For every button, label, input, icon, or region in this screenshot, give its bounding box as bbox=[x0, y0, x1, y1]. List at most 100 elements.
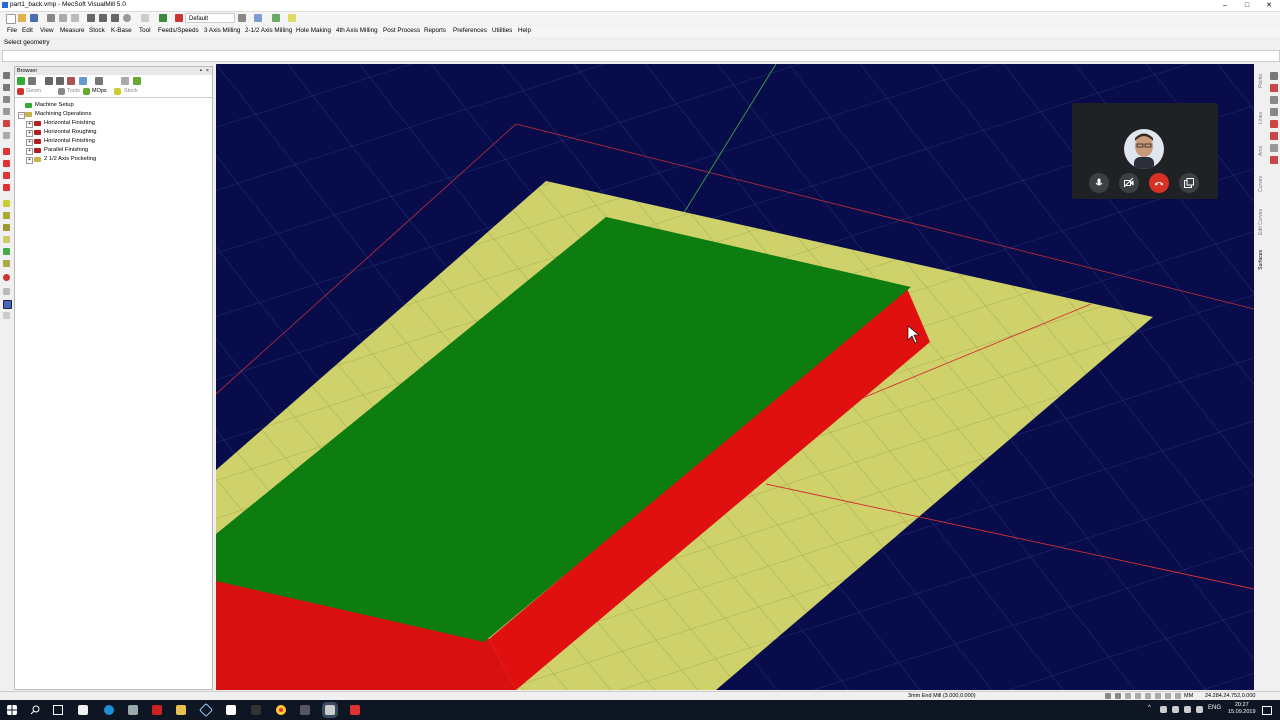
shade-icon[interactable] bbox=[3, 200, 10, 207]
offset-tool-icon[interactable] bbox=[1270, 144, 1278, 152]
menu-3-axis-milling[interactable]: 3 Axis Milling bbox=[204, 27, 240, 34]
zoom-window-icon[interactable] bbox=[3, 84, 10, 91]
volume-icon[interactable] bbox=[1184, 706, 1191, 713]
menu-kbase[interactable]: K-Base bbox=[111, 27, 132, 34]
tab-curves[interactable]: Curves bbox=[1258, 176, 1266, 192]
redo-icon[interactable] bbox=[99, 14, 107, 22]
stock-icon[interactable] bbox=[3, 288, 10, 295]
simulate-icon[interactable] bbox=[95, 77, 103, 85]
microphone-button[interactable] bbox=[1089, 173, 1109, 193]
pdf-icon[interactable] bbox=[152, 705, 162, 715]
status-icon[interactable] bbox=[1145, 693, 1151, 699]
menu-measure[interactable]: Measure bbox=[60, 27, 85, 34]
menu-utilities[interactable]: Utilities bbox=[492, 27, 512, 34]
menu-2-5-axis-milling[interactable]: 2-1/2 Axis Milling bbox=[245, 27, 292, 34]
save-icon[interactable] bbox=[30, 14, 38, 22]
delete-icon[interactable] bbox=[67, 77, 75, 85]
circle-tool-icon[interactable] bbox=[1270, 108, 1278, 116]
notifications-icon[interactable] bbox=[1262, 706, 1272, 715]
filter2-icon[interactable] bbox=[56, 77, 64, 85]
chrome-icon[interactable] bbox=[276, 705, 286, 715]
menu-help[interactable]: Help bbox=[518, 27, 531, 34]
menu-reports[interactable]: Reports bbox=[424, 27, 446, 34]
status-icon[interactable] bbox=[1125, 693, 1131, 699]
3d-builder-icon[interactable] bbox=[198, 702, 214, 718]
stop-icon[interactable] bbox=[123, 14, 131, 22]
expand-icon[interactable]: + bbox=[26, 139, 33, 146]
file-explorer-icon[interactable] bbox=[176, 705, 186, 715]
tab-stock[interactable]: Stock bbox=[124, 88, 138, 94]
menu-edit[interactable]: Edit bbox=[22, 27, 33, 34]
menu-stock[interactable]: Stock bbox=[89, 27, 105, 34]
expand-icon[interactable]: + bbox=[26, 148, 33, 155]
undo-icon[interactable] bbox=[87, 14, 95, 22]
maximize-button[interactable]: □ bbox=[1236, 0, 1258, 11]
graphics-viewport[interactable] bbox=[216, 64, 1254, 690]
paste-icon[interactable] bbox=[71, 14, 79, 22]
arc-tool-icon[interactable] bbox=[1270, 96, 1278, 104]
zoom-fit-icon[interactable] bbox=[3, 96, 10, 103]
vmware-icon[interactable] bbox=[226, 705, 236, 715]
view-top-icon[interactable] bbox=[3, 132, 10, 139]
snap-icon[interactable] bbox=[272, 14, 280, 22]
copy-icon[interactable] bbox=[59, 14, 67, 22]
move-icon[interactable] bbox=[3, 148, 10, 155]
points-tool-icon[interactable] bbox=[1270, 72, 1278, 80]
status-icon[interactable] bbox=[1115, 693, 1121, 699]
menu-4th-axis-milling[interactable]: 4th Axis Milling bbox=[336, 27, 378, 34]
visualmill-task-icon[interactable] bbox=[325, 705, 335, 715]
skype-icon[interactable] bbox=[104, 705, 114, 715]
expand-icon[interactable]: + bbox=[26, 157, 33, 164]
menu-file[interactable]: File bbox=[7, 27, 17, 34]
status-icon[interactable] bbox=[1155, 693, 1161, 699]
layer-icon[interactable] bbox=[159, 14, 167, 22]
status-icon[interactable] bbox=[1135, 693, 1141, 699]
lights-icon[interactable] bbox=[3, 248, 10, 255]
profile-icon[interactable] bbox=[175, 14, 183, 22]
lines-tool-icon[interactable] bbox=[1270, 84, 1278, 92]
wireframe-icon[interactable] bbox=[3, 212, 10, 219]
tab-geom[interactable]: Geom bbox=[26, 88, 41, 94]
tab-surfaces[interactable]: Surfaces bbox=[1258, 250, 1266, 270]
material-icon[interactable] bbox=[3, 236, 10, 243]
rect-tool-icon[interactable] bbox=[1270, 120, 1278, 128]
post-icon[interactable] bbox=[121, 77, 129, 85]
status-icon[interactable] bbox=[1175, 693, 1181, 699]
search-icon[interactable] bbox=[30, 705, 40, 715]
collapse-icon[interactable]: − bbox=[18, 112, 25, 119]
tab-points[interactable]: Points bbox=[1258, 74, 1266, 88]
repeat-icon[interactable] bbox=[111, 14, 119, 22]
menu-view[interactable]: View bbox=[40, 27, 54, 34]
tray-chevron-icon[interactable]: ^ bbox=[1148, 705, 1151, 711]
rotate-icon[interactable] bbox=[3, 120, 10, 127]
help-icon[interactable] bbox=[288, 14, 296, 22]
zoom-icon[interactable] bbox=[3, 72, 10, 79]
minimize-button[interactable]: – bbox=[1214, 0, 1236, 11]
menu-feeds-speeds[interactable]: Feeds/Speeds bbox=[158, 27, 199, 34]
calculator-icon[interactable] bbox=[128, 705, 138, 715]
tab-edit-curves[interactable]: Edit Curves bbox=[1258, 209, 1266, 235]
tab-lines[interactable]: Lines bbox=[1258, 112, 1266, 124]
record-icon[interactable] bbox=[3, 274, 10, 281]
generate-icon[interactable] bbox=[17, 77, 25, 85]
tab-mops[interactable]: MOps bbox=[92, 88, 107, 94]
tab-tools[interactable]: Tools bbox=[67, 88, 80, 94]
tab-arcs[interactable]: Arcs bbox=[1258, 146, 1266, 156]
app-icon[interactable] bbox=[300, 705, 310, 715]
clock[interactable]: 20:27 15.09.2019 bbox=[1228, 702, 1256, 716]
pan-icon[interactable] bbox=[3, 108, 10, 115]
hang-up-button[interactable] bbox=[1149, 173, 1169, 193]
grid-icon[interactable] bbox=[238, 14, 246, 22]
sim-icon[interactable] bbox=[3, 260, 10, 267]
command-input[interactable] bbox=[2, 50, 1280, 62]
info-icon[interactable] bbox=[133, 77, 141, 85]
status-icon[interactable] bbox=[1165, 693, 1171, 699]
menu-hole-making[interactable]: Hole Making bbox=[296, 27, 331, 34]
tray-icon[interactable] bbox=[1172, 706, 1179, 713]
menu-post-process[interactable]: Post Process bbox=[383, 27, 420, 34]
task-view-icon[interactable] bbox=[53, 705, 63, 715]
cut-icon[interactable] bbox=[47, 14, 55, 22]
pip-button[interactable] bbox=[1179, 173, 1199, 193]
input-language[interactable]: ENG bbox=[1208, 705, 1221, 711]
render-icon[interactable] bbox=[3, 224, 10, 231]
